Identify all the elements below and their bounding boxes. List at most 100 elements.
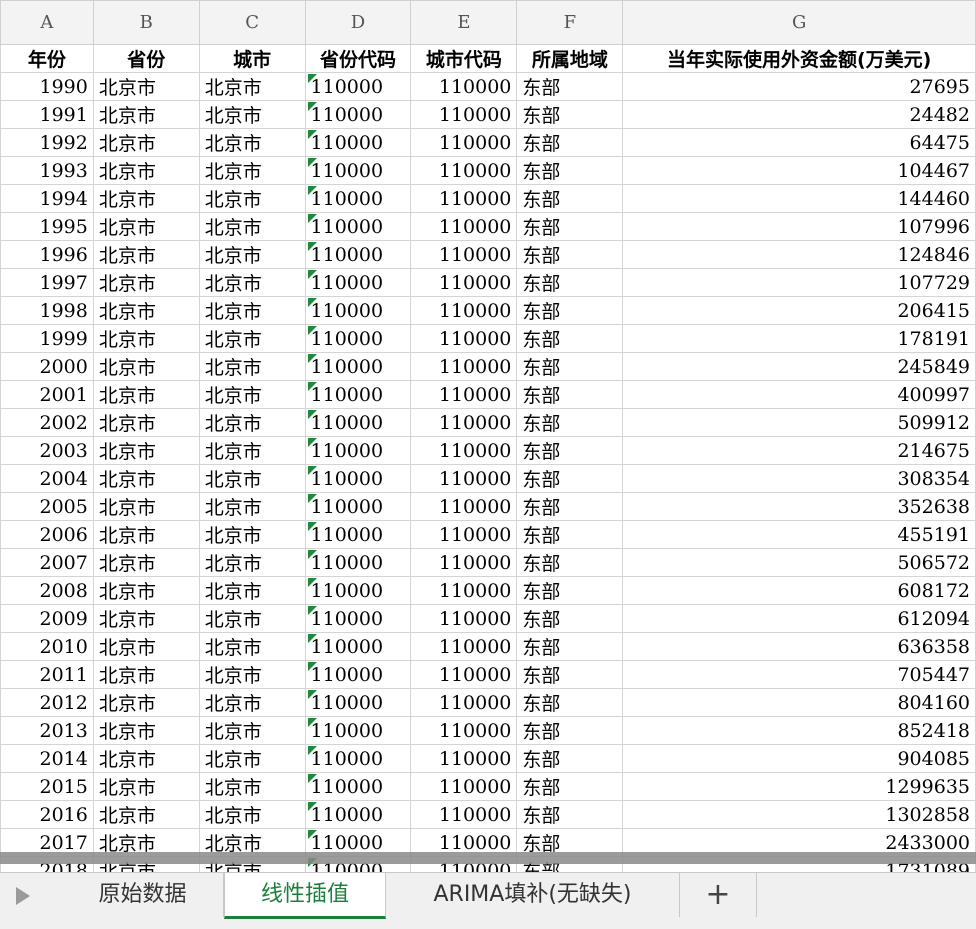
cell[interactable]: 北京市 bbox=[198, 604, 306, 633]
cell[interactable]: 110000 bbox=[410, 128, 518, 157]
cell[interactable]: 北京市 bbox=[198, 128, 306, 157]
cell[interactable]: 1995 bbox=[0, 212, 94, 241]
cell[interactable]: 东部 bbox=[516, 296, 624, 325]
cell[interactable]: 东部 bbox=[516, 716, 624, 745]
cell[interactable]: 1991 bbox=[0, 100, 94, 129]
cell[interactable]: 110000 bbox=[304, 100, 412, 129]
cell[interactable]: 东部 bbox=[516, 520, 624, 549]
cell[interactable]: 178191 bbox=[622, 324, 976, 353]
column-header[interactable]: A bbox=[0, 0, 94, 45]
cell[interactable]: 2012 bbox=[0, 688, 94, 717]
tab-scroll-play-icon[interactable] bbox=[16, 887, 30, 905]
cell[interactable]: 104467 bbox=[622, 156, 976, 185]
cell[interactable]: 2009 bbox=[0, 604, 94, 633]
cell[interactable]: 27695 bbox=[622, 72, 976, 101]
column-header[interactable]: E bbox=[410, 0, 518, 45]
cell[interactable]: 东部 bbox=[516, 268, 624, 297]
cell[interactable]: 2005 bbox=[0, 492, 94, 521]
cell[interactable]: 2003 bbox=[0, 436, 94, 465]
cell[interactable]: 东部 bbox=[516, 744, 624, 773]
column-header[interactable]: B bbox=[92, 0, 200, 45]
cell[interactable]: 北京市 bbox=[92, 548, 200, 577]
cell[interactable]: 北京市 bbox=[198, 688, 306, 717]
cell[interactable]: 110000 bbox=[410, 184, 518, 213]
cell[interactable]: 北京市 bbox=[92, 744, 200, 773]
column-header[interactable]: C bbox=[198, 0, 306, 45]
cell[interactable]: 北京市 bbox=[92, 800, 200, 829]
cell[interactable]: 东部 bbox=[516, 772, 624, 801]
cell[interactable]: 东部 bbox=[516, 100, 624, 129]
cell[interactable]: 110000 bbox=[304, 436, 412, 465]
cell[interactable]: 北京市 bbox=[198, 464, 306, 493]
cell[interactable]: 110000 bbox=[304, 352, 412, 381]
cell[interactable]: 804160 bbox=[622, 688, 976, 717]
cell[interactable]: 东部 bbox=[516, 660, 624, 689]
cell[interactable]: 北京市 bbox=[92, 156, 200, 185]
cell[interactable]: 245849 bbox=[622, 352, 976, 381]
cell[interactable]: 2014 bbox=[0, 744, 94, 773]
cell[interactable]: 110000 bbox=[410, 604, 518, 633]
cell[interactable]: 110000 bbox=[304, 212, 412, 241]
cell[interactable]: 北京市 bbox=[198, 744, 306, 773]
cell[interactable]: 110000 bbox=[410, 72, 518, 101]
cell[interactable]: 北京市 bbox=[198, 800, 306, 829]
cell[interactable]: 2008 bbox=[0, 576, 94, 605]
field-header-cell[interactable]: 城市 bbox=[198, 44, 306, 73]
cell[interactable]: 110000 bbox=[304, 660, 412, 689]
tab-original-data[interactable]: 原始数据 bbox=[62, 873, 224, 917]
cell[interactable]: 1996 bbox=[0, 240, 94, 269]
cell[interactable]: 东部 bbox=[516, 156, 624, 185]
cell[interactable]: 608172 bbox=[622, 576, 976, 605]
cell[interactable]: 107996 bbox=[622, 212, 976, 241]
cell[interactable]: 110000 bbox=[410, 772, 518, 801]
freeze-split-bar[interactable] bbox=[0, 852, 976, 864]
cell[interactable]: 2001 bbox=[0, 380, 94, 409]
cell[interactable]: 110000 bbox=[304, 800, 412, 829]
cell[interactable]: 1299635 bbox=[622, 772, 976, 801]
cell[interactable]: 110000 bbox=[304, 688, 412, 717]
cell[interactable]: 110000 bbox=[410, 352, 518, 381]
cell[interactable]: 北京市 bbox=[198, 548, 306, 577]
cell[interactable]: 110000 bbox=[410, 100, 518, 129]
cell[interactable]: 北京市 bbox=[198, 240, 306, 269]
cell[interactable]: 705447 bbox=[622, 660, 976, 689]
cell[interactable]: 东部 bbox=[516, 408, 624, 437]
cell[interactable]: 东部 bbox=[516, 352, 624, 381]
cell[interactable]: 北京市 bbox=[92, 380, 200, 409]
cell[interactable]: 2013 bbox=[0, 716, 94, 745]
cell[interactable]: 110000 bbox=[410, 660, 518, 689]
cell[interactable]: 东部 bbox=[516, 128, 624, 157]
cell[interactable]: 北京市 bbox=[92, 688, 200, 717]
cell[interactable]: 110000 bbox=[304, 632, 412, 661]
cell[interactable]: 北京市 bbox=[92, 520, 200, 549]
cell[interactable]: 北京市 bbox=[198, 408, 306, 437]
cell[interactable]: 110000 bbox=[410, 296, 518, 325]
cell[interactable]: 308354 bbox=[622, 464, 976, 493]
cell[interactable]: 北京市 bbox=[92, 492, 200, 521]
field-header-cell[interactable]: 当年实际使用外资金额(万美元) bbox=[622, 44, 976, 73]
cell[interactable]: 110000 bbox=[304, 72, 412, 101]
cell[interactable]: 北京市 bbox=[92, 240, 200, 269]
cell[interactable]: 110000 bbox=[304, 520, 412, 549]
cell[interactable]: 1994 bbox=[0, 184, 94, 213]
cell[interactable]: 124846 bbox=[622, 240, 976, 269]
cell[interactable]: 110000 bbox=[410, 408, 518, 437]
cell[interactable]: 1990 bbox=[0, 72, 94, 101]
cell[interactable]: 2000 bbox=[0, 352, 94, 381]
cell[interactable]: 110000 bbox=[304, 268, 412, 297]
cell[interactable]: 北京市 bbox=[92, 436, 200, 465]
cell[interactable]: 北京市 bbox=[198, 492, 306, 521]
cell[interactable]: 509912 bbox=[622, 408, 976, 437]
cell[interactable]: 北京市 bbox=[92, 128, 200, 157]
cell[interactable]: 110000 bbox=[304, 408, 412, 437]
cell[interactable]: 北京市 bbox=[198, 184, 306, 213]
cell[interactable]: 2004 bbox=[0, 464, 94, 493]
cell[interactable]: 北京市 bbox=[198, 100, 306, 129]
cell[interactable]: 612094 bbox=[622, 604, 976, 633]
cell[interactable]: 64475 bbox=[622, 128, 976, 157]
cell[interactable]: 110000 bbox=[410, 492, 518, 521]
cell[interactable]: 东部 bbox=[516, 604, 624, 633]
cell[interactable]: 2011 bbox=[0, 660, 94, 689]
cell[interactable]: 北京市 bbox=[92, 324, 200, 353]
cell[interactable]: 东部 bbox=[516, 240, 624, 269]
